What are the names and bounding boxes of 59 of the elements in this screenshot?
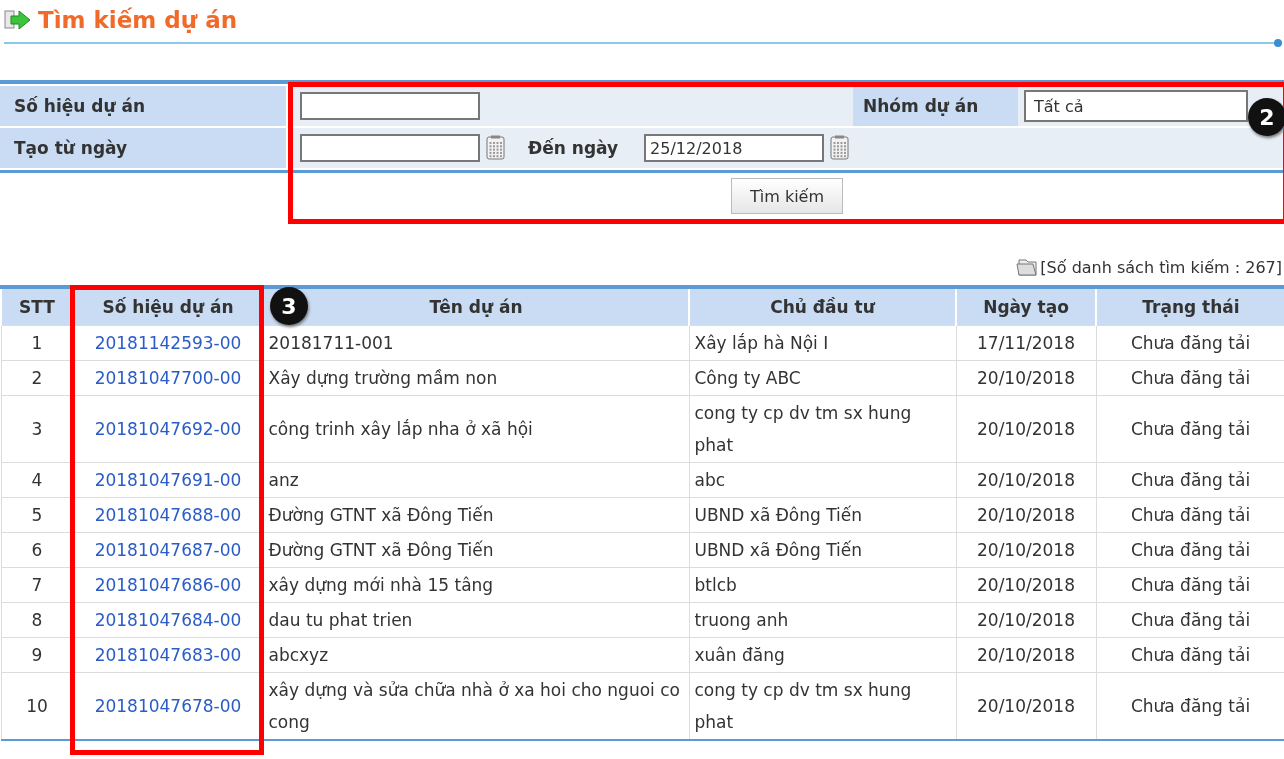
- table-cell: Công ty ABC: [689, 360, 956, 396]
- calendar-icon[interactable]: [486, 135, 506, 161]
- table-cell: 20/10/2018: [956, 462, 1096, 498]
- table-cell: 20/10/2018: [956, 567, 1096, 603]
- column-header: Trạng thái: [1096, 287, 1284, 326]
- table-cell: 10: [1, 672, 73, 740]
- table-cell: 20/10/2018: [956, 672, 1096, 740]
- table-cell: cong ty cp dv tm sx hung phat: [689, 672, 956, 740]
- table-cell: UBND xã Đông Tiến: [689, 532, 956, 568]
- input-field[interactable]: [300, 92, 480, 120]
- table-cell: abc: [689, 462, 956, 498]
- table-cell: 4: [1, 462, 73, 498]
- input-field[interactable]: [300, 134, 480, 162]
- table-cell: Xây lắp hà Nội I: [689, 325, 956, 361]
- table-cell: 20181711-001: [263, 325, 689, 361]
- table-cell: 5: [1, 497, 73, 533]
- field-label: Nhóm dự án: [853, 86, 1018, 126]
- table-cell: 20/10/2018: [956, 360, 1096, 396]
- table-cell: 20/10/2018: [956, 602, 1096, 638]
- input-field[interactable]: 25/12/2018: [644, 134, 825, 162]
- result-count: [Số danh sách tìm kiếm : 267]: [1040, 257, 1282, 277]
- table-cell: Đường GTNT xã Đông Tiến: [263, 532, 689, 568]
- table-cell: 9: [1, 637, 73, 673]
- table-cell: truong anh: [689, 602, 956, 638]
- table-cell: 17/11/2018: [956, 325, 1096, 361]
- search-button[interactable]: Tìm kiếm: [731, 178, 843, 214]
- table-cell: dau tu phat trien: [263, 602, 689, 638]
- arrow-icon: [4, 9, 32, 31]
- table-cell: 6: [1, 532, 73, 568]
- table-cell: btlcb: [689, 567, 956, 603]
- page-title: Tìm kiếm dự án: [38, 7, 238, 33]
- table-cell: 8: [1, 602, 73, 638]
- table-cell: anz: [263, 462, 689, 498]
- field-label: Tạo từ ngày: [0, 128, 286, 168]
- table-cell: xây dựng và sửa chữa nhà ở xa hoi cho nguoi co cong: [263, 672, 689, 740]
- table-cell: 20/10/2018: [956, 395, 1096, 463]
- table-cell: 20/10/2018: [956, 532, 1096, 568]
- column-header: Ngày tạo: [956, 287, 1096, 326]
- table-cell: công trinh xây lắp nha ở xã hội: [263, 395, 689, 463]
- field-label: Đến ngày: [528, 138, 619, 158]
- table-cell: xuân đăng: [689, 637, 956, 673]
- calendar-icon[interactable]: [830, 135, 851, 161]
- table-cell: 1: [1, 325, 73, 361]
- table-cell: 20/10/2018: [956, 637, 1096, 673]
- table-cell: Chưa đăng tải: [1096, 325, 1284, 361]
- column-header: STT: [1, 287, 73, 326]
- folder-icon: [1016, 257, 1039, 277]
- table-cell: Xây dựng trường mầm non: [263, 360, 689, 396]
- table-cell: abcxyz: [263, 637, 689, 673]
- table-cell: 3: [1, 395, 73, 463]
- dropdown-field[interactable]: Tất cả: [1024, 90, 1248, 122]
- table-cell: 7: [1, 567, 73, 603]
- table-cell: 2: [1, 360, 73, 396]
- table-cell: UBND xã Đông Tiến: [689, 497, 956, 533]
- table-cell: Đường GTNT xã Đông Tiến: [263, 497, 689, 533]
- field-label: Số hiệu dự án: [0, 86, 286, 126]
- table-cell: xây dựng mới nhà 15 tâng: [263, 567, 689, 603]
- column-header: Chủ đầu tư: [689, 287, 956, 326]
- table-cell: 20/10/2018: [956, 497, 1096, 533]
